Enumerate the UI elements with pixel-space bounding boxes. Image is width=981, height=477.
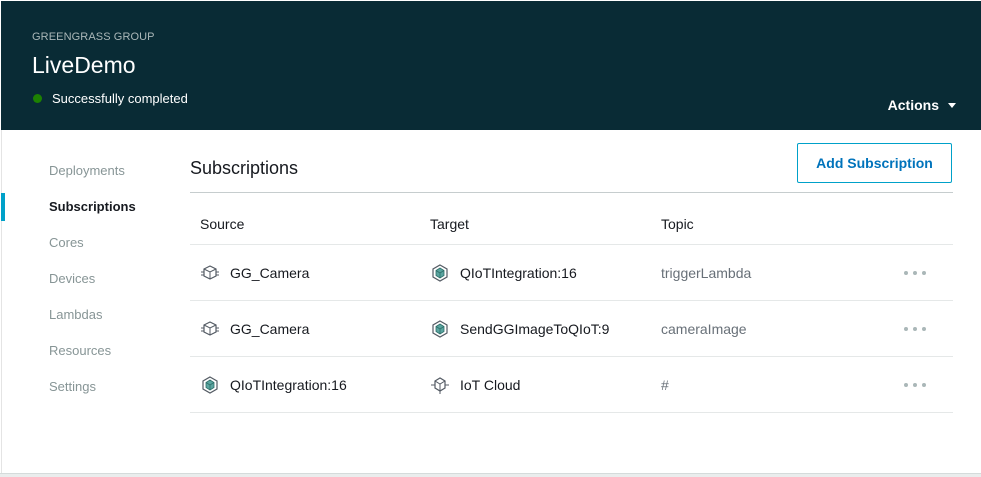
sidebar-item-cores[interactable]: Cores	[49, 235, 84, 250]
status-text: Successfully completed	[52, 91, 188, 106]
row-1-topic: triggerLambda	[661, 265, 752, 281]
row-1-source: GG_Camera	[200, 263, 309, 283]
lambda-cube-icon	[430, 319, 450, 339]
column-header-source: Source	[200, 216, 245, 232]
row-1-target-label: QIoTIntegration:16	[460, 265, 577, 281]
row-1-more-icon[interactable]	[904, 266, 926, 280]
row-1-source-label: GG_Camera	[230, 265, 310, 281]
sidebar-item-lambdas[interactable]: Lambdas	[49, 307, 102, 322]
sidebar-item-devices[interactable]: Devices	[49, 271, 95, 286]
row-divider	[190, 412, 953, 413]
sidebar-item-subscriptions[interactable]: Subscriptions	[49, 199, 136, 214]
content-panel: Deployments Subscriptions Cores Devices …	[1, 130, 981, 473]
sidebar-item-deployments[interactable]: Deployments	[49, 163, 125, 178]
title-divider	[190, 192, 953, 193]
row-3-more-icon[interactable]	[904, 378, 926, 392]
lambda-cube-icon	[430, 263, 450, 283]
row-2-source-label: GG_Camera	[230, 321, 310, 337]
row-2-more-icon[interactable]	[904, 322, 926, 336]
row-3-source-label: QIoTIntegration:16	[230, 377, 347, 393]
header-divider	[190, 244, 953, 245]
status-success-icon	[33, 94, 42, 103]
row-divider	[190, 300, 953, 301]
group-type-label: GREENGRASS GROUP	[32, 31, 155, 43]
row-3-topic: #	[661, 377, 669, 393]
row-2-target: SendGGImageToQIoT:9	[430, 319, 609, 339]
lambda-cube-icon	[200, 375, 220, 395]
caret-down-icon	[948, 103, 956, 108]
device-icon	[200, 263, 220, 283]
row-2-topic: cameraImage	[661, 321, 747, 337]
sidebar-item-settings[interactable]: Settings	[49, 379, 96, 394]
row-divider	[190, 356, 953, 357]
row-3-target: IoT Cloud	[430, 375, 520, 395]
group-name: LiveDemo	[32, 52, 136, 78]
sidebar-item-resources[interactable]: Resources	[49, 343, 111, 358]
cloud-icon	[430, 375, 450, 395]
device-icon	[200, 319, 220, 339]
deployment-status: Successfully completed	[32, 91, 188, 106]
column-header-target: Target	[430, 216, 469, 232]
page-title: Subscriptions	[190, 158, 299, 178]
actions-dropdown[interactable]: Actions	[888, 97, 956, 113]
row-2-target-label: SendGGImageToQIoT:9	[460, 321, 610, 337]
page-bottom-edge	[0, 473, 981, 477]
active-nav-indicator	[1, 193, 5, 221]
row-3-source: QIoTIntegration:16	[200, 375, 347, 395]
actions-label: Actions	[887, 97, 939, 113]
column-header-topic: Topic	[661, 216, 694, 232]
row-2-source: GG_Camera	[200, 319, 309, 339]
group-header: GREENGRASS GROUP LiveDemo Successfully c…	[1, 1, 981, 130]
row-3-target-label: IoT Cloud	[460, 377, 521, 393]
add-subscription-button[interactable]: Add Subscription	[797, 143, 952, 183]
row-1-target: QIoTIntegration:16	[430, 263, 577, 283]
